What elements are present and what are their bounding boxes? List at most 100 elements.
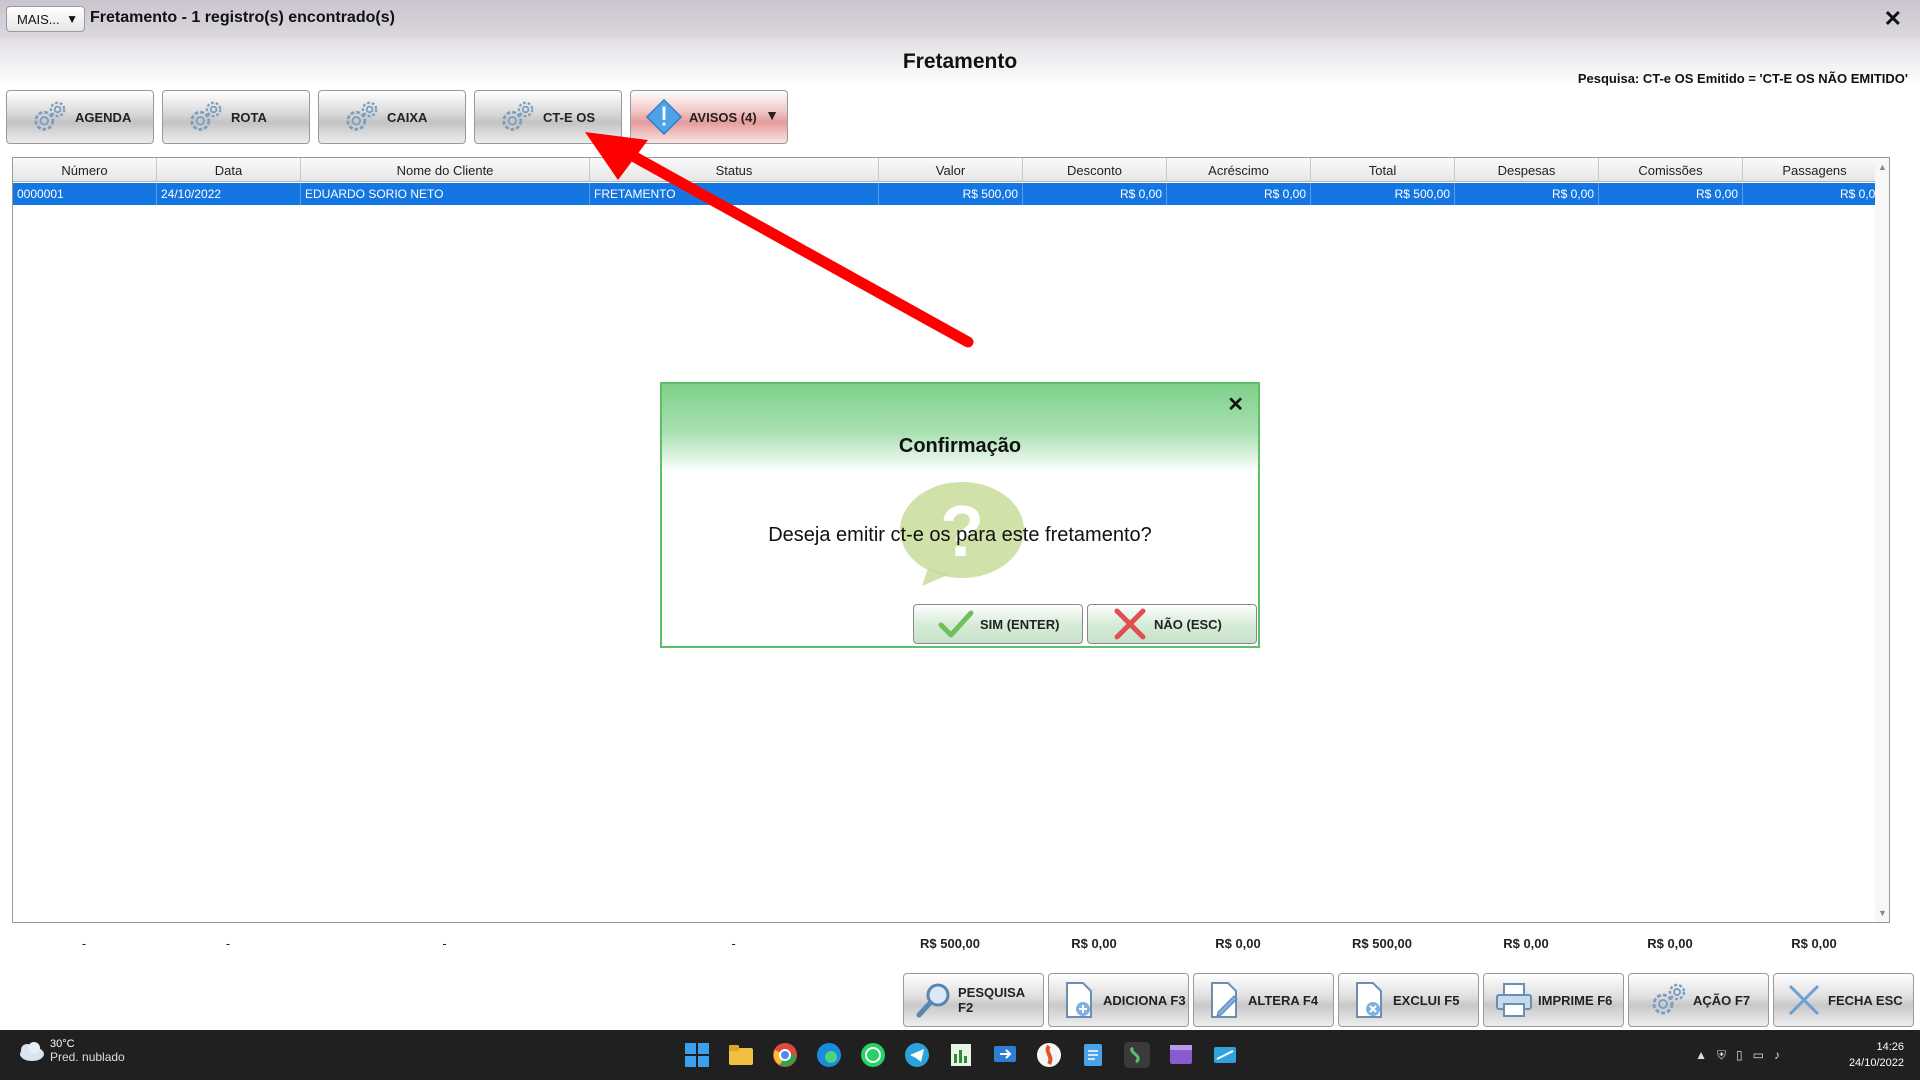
column-header[interactable]: Despesas [1455,158,1599,182]
table-cell: EDUARDO SORIO NETO [301,183,590,205]
check-icon [938,610,974,638]
notepad-icon[interactable] [1080,1042,1106,1068]
total-cell: R$ 0,00 [1215,936,1261,951]
rota-label: ROTA [231,109,267,125]
agenda-button[interactable]: AGENDA [6,90,154,144]
altera-label: ALTERA F4 [1248,992,1319,1008]
yes-label: SIM (ENTER) [980,616,1060,632]
delete-document-icon [1356,982,1382,1018]
caixa-button[interactable]: CAIXA [318,90,466,144]
network-status-icon[interactable]: ▲ [1695,1048,1707,1063]
chevron-down-icon[interactable]: ▼ [765,107,779,123]
column-header[interactable]: Desconto [1023,158,1167,182]
spreadsheet-app-icon[interactable] [948,1042,974,1068]
column-header[interactable]: Status [590,158,879,182]
imprime-label: IMPRIME F6 [1538,992,1613,1008]
video-editor-icon[interactable] [1168,1042,1194,1068]
remote-desktop-icon[interactable] [992,1042,1018,1068]
weather-widget[interactable]: 30°C Pred. nublado [16,1038,125,1064]
whatsapp-icon[interactable] [860,1042,886,1068]
table-cell: 24/10/2022 [157,183,301,205]
display-icon[interactable]: ▭ [1753,1048,1764,1063]
dialog-message: Deseja emitir ct-e os para este fretamen… [768,524,1152,546]
app-icon[interactable] [1036,1042,1062,1068]
terminal-app-icon[interactable] [1212,1042,1238,1068]
column-header[interactable]: Comissões [1599,158,1743,182]
total-cell: R$ 0,00 [1503,936,1549,951]
clock-time: 14:26 [1876,1041,1904,1053]
security-icon[interactable]: ⛨ [1717,1048,1726,1063]
altera-button[interactable]: ALTERA F4 [1193,973,1334,1027]
vertical-scrollbar[interactable]: ▲ ▼ [1875,158,1889,922]
avisos-button[interactable]: AVISOS (4) ▼ [630,90,788,144]
table-cell: R$ 0,00 [1167,183,1311,205]
total-cell: - [442,936,447,951]
table-cell: R$ 0,00 [1743,183,1887,205]
acao-button[interactable]: AÇÃO F7 [1628,973,1769,1027]
close-icon[interactable]: ✕ [1227,392,1244,417]
no-button[interactable]: NÃO (ESC) [1087,604,1257,644]
gear-icon [190,101,222,131]
table-cell: R$ 0,00 [1023,183,1167,205]
gear-icon [1652,983,1686,1015]
dialog-header [662,384,1258,472]
add-document-icon [1066,982,1092,1018]
column-header[interactable]: Passagens [1743,158,1887,182]
total-cell: - [81,936,87,951]
cloud-icon [20,1042,44,1061]
edge-icon[interactable] [816,1042,842,1068]
chrome-icon[interactable] [772,1042,798,1068]
windows-taskbar: 30°C Pred. nublado ▲ ⛨ ▯ ▭ ♪ 14:26 24/10… [0,1030,1920,1080]
fecha-button[interactable]: FECHA ESC [1773,973,1914,1027]
mais-menu-button[interactable]: MAIS... ▼ [6,6,85,32]
total-cell: R$ 500,00 [1352,936,1412,951]
file-explorer-icon[interactable] [728,1042,754,1068]
exclui-button[interactable]: EXCLUI F5 [1338,973,1479,1027]
column-header[interactable]: Total [1311,158,1455,182]
system-tray: ▲ ⛨ ▯ ▭ ♪ [1695,1048,1780,1063]
table-cell: R$ 500,00 [1311,183,1455,205]
chevron-down-icon: ▼ [66,12,78,26]
exclui-label: EXCLUI F5 [1393,992,1460,1008]
telegram-icon[interactable] [904,1042,930,1068]
rota-button[interactable]: ROTA [162,90,310,144]
cte-os-label: CT-E OS [543,109,596,125]
warning-diamond-icon [645,98,683,136]
yes-button[interactable]: SIM (ENTER) [913,604,1083,644]
acao-label: AÇÃO F7 [1693,992,1751,1008]
pesquisa-button[interactable]: PESQUISA F2 [903,973,1044,1027]
gear-icon [502,101,534,131]
table-cell: R$ 0,00 [1599,183,1743,205]
table-cell: 0000001 [13,183,157,205]
active-app-icon[interactable] [1124,1042,1150,1068]
scroll-up-icon[interactable]: ▲ [1878,162,1887,172]
close-icon [1788,984,1820,1016]
printer-icon [1496,983,1532,1017]
pesquisa-label: PESQUISA F2 [958,985,1025,1015]
adiciona-button[interactable]: ADICIONA F3 [1048,973,1189,1027]
edit-document-icon [1211,982,1238,1018]
cte-os-button[interactable]: CT-E OS [474,90,622,144]
total-cell: R$ 500,00 [920,936,980,951]
battery-icon[interactable]: ▯ [1736,1048,1743,1063]
column-header[interactable]: Acréscimo [1167,158,1311,182]
agenda-label: AGENDA [75,109,132,125]
mais-label: MAIS... [17,11,60,27]
fecha-label: FECHA ESC [1828,992,1903,1008]
column-header[interactable]: Nome do Cliente [301,158,590,182]
clock[interactable]: 14:26 24/10/2022 [1849,1039,1904,1071]
gear-icon [346,101,378,131]
search-filter-info: Pesquisa: CT-e OS Emitido = 'CT-E OS NÃO… [1577,71,1908,86]
column-header[interactable]: Data [157,158,301,182]
total-cell: - [225,936,231,951]
close-icon[interactable]: ✕ [1884,6,1902,32]
scroll-down-icon[interactable]: ▼ [1878,908,1887,918]
imprime-button[interactable]: IMPRIME F6 [1483,973,1624,1027]
column-header[interactable]: Valor [879,158,1023,182]
caixa-label: CAIXA [387,109,428,125]
total-cell: R$ 0,00 [1071,936,1117,951]
windows-start-icon[interactable] [684,1042,710,1068]
volume-icon[interactable]: ♪ [1774,1048,1780,1063]
column-header[interactable]: Número [13,158,157,182]
table-row[interactable]: 0000001 24/10/2022 EDUARDO SORIO NETO FR… [13,183,1887,205]
